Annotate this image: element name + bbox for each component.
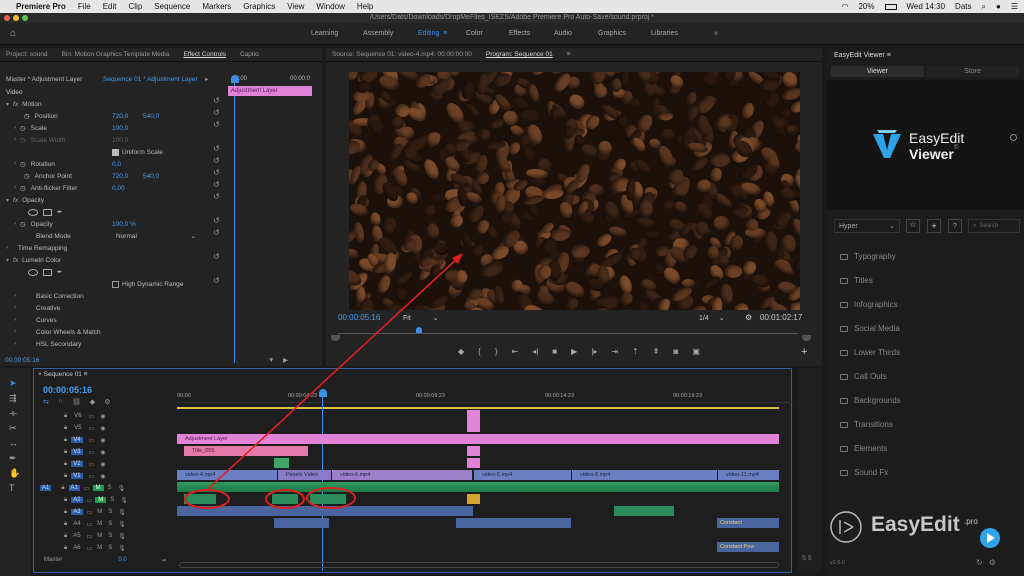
category-label: Sound Fx: [854, 468, 889, 477]
brand-mark: ©: [954, 145, 959, 151]
category-typography[interactable]: Typography: [840, 252, 896, 261]
category-social-media[interactable]: Social Media: [840, 324, 900, 333]
watermark-play-icon: [980, 528, 1000, 548]
eev-search-input[interactable]: ⌕ Search: [968, 219, 1020, 233]
eev-tab-store[interactable]: Store: [926, 66, 1019, 77]
folder-icon: [840, 469, 848, 476]
help-button[interactable]: ?: [948, 219, 962, 233]
category-label: Lower Thirds: [854, 348, 901, 357]
banner-indicator-icon[interactable]: [1010, 134, 1017, 141]
folder-icon: [840, 325, 848, 332]
chevron-down-icon: ⌄: [889, 223, 895, 230]
category-transitions[interactable]: Transitions: [840, 420, 893, 429]
folder-icon: [840, 373, 848, 380]
eev-panel-title[interactable]: EasyEdit Viewer ≡: [834, 52, 891, 59]
category-label: Typography: [854, 252, 896, 261]
category-lower-thirds[interactable]: Lower Thirds: [840, 348, 900, 357]
category-label: Elements: [854, 444, 888, 453]
folder-icon: [840, 421, 848, 428]
brand-viewer: Viewer: [909, 146, 954, 162]
category-filter-select[interactable]: Hyper ⌄: [834, 219, 900, 233]
category-label: Backgrounds: [854, 396, 901, 405]
category-call-outs[interactable]: Call Outs: [840, 372, 887, 381]
panel-menu-icon[interactable]: ≡: [887, 52, 891, 59]
category-elements[interactable]: Elements: [840, 444, 887, 453]
eev-title-text: EasyEdit Viewer: [834, 52, 885, 59]
favorite-star-button[interactable]: ☆: [906, 219, 920, 233]
watermark-text: EasyEdit: [871, 513, 960, 536]
brand-easyedit: EasyEdit: [909, 130, 965, 146]
filter-value: Hyper: [839, 222, 858, 230]
category-sound-fx[interactable]: Sound Fx: [840, 468, 888, 477]
easyedit-logo-icon: [873, 130, 901, 158]
folder-icon: [840, 397, 848, 404]
folder-icon: [840, 277, 848, 284]
folder-icon: [840, 253, 848, 260]
category-label: Call Outs: [854, 372, 887, 381]
easyedit-viewer-panel: EasyEdit Viewer ≡ Viewer Store EasyEdit …: [826, 48, 1024, 576]
eev-tab-viewer[interactable]: Viewer: [831, 66, 924, 77]
eev-banner: EasyEdit Viewer ©: [826, 80, 1024, 210]
folder-icon: [840, 445, 848, 452]
category-label: Social Media: [854, 324, 900, 333]
category-backgrounds[interactable]: Backgrounds: [840, 396, 901, 405]
search-placeholder: Search: [979, 223, 999, 229]
watermark-logo-icon: [830, 511, 862, 543]
category-infographics[interactable]: Infographics: [840, 300, 898, 309]
category-label: Titles: [854, 276, 873, 285]
category-titles[interactable]: Titles: [840, 276, 873, 285]
folder-icon: [840, 349, 848, 356]
add-item-button[interactable]: +: [927, 219, 941, 233]
category-label: Transitions: [854, 420, 893, 429]
category-label: Infographics: [854, 300, 898, 309]
watermark-suffix: .pro: [964, 517, 978, 526]
search-icon: ⌕: [973, 222, 977, 229]
easyedit-watermark: EasyEdit .pro: [826, 505, 1024, 576]
folder-icon: [840, 301, 848, 308]
